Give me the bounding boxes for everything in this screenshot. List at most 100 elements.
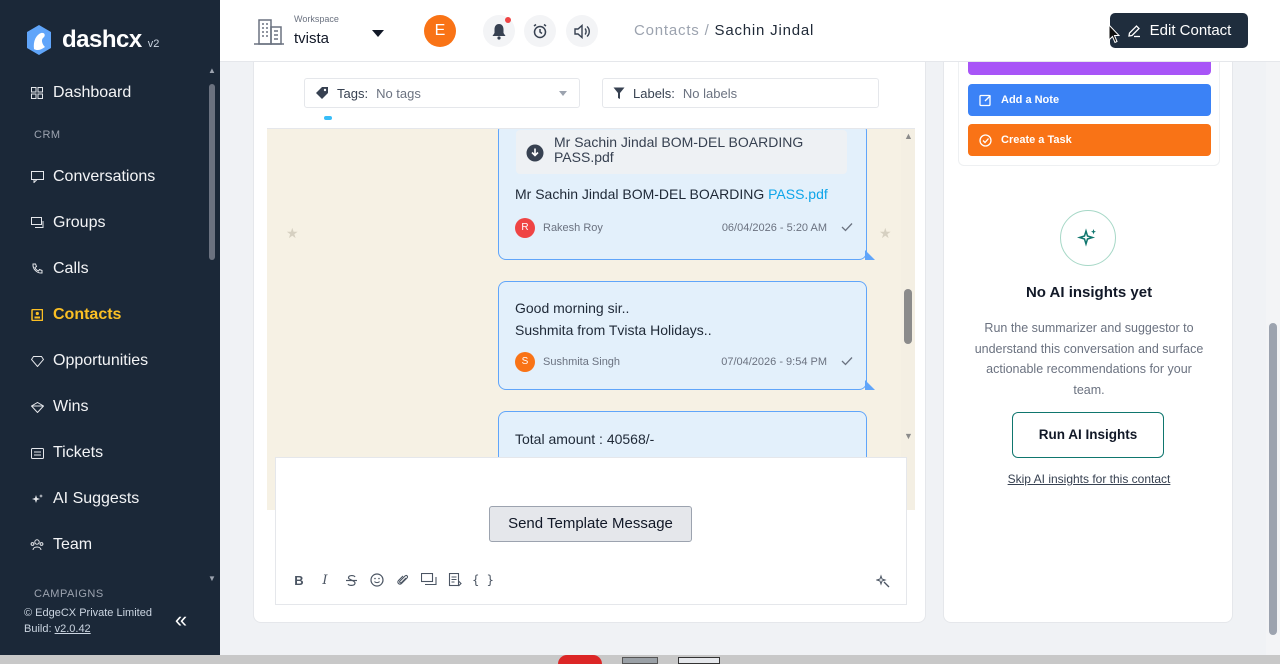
sidebar-item-contacts[interactable]: Contacts [0, 292, 206, 338]
reminders-button[interactable] [524, 15, 556, 47]
sidebar-item-wins[interactable]: Wins [0, 384, 206, 430]
magic-wand-icon[interactable] [875, 574, 890, 593]
file-link[interactable]: PASS.pdf [768, 186, 828, 202]
tag-icon [316, 87, 328, 99]
create-task-button[interactable]: Create a Task [968, 124, 1211, 156]
scroll-up-icon[interactable]: ▲ [208, 67, 216, 75]
pencil-icon [1127, 24, 1140, 37]
mouse-cursor-icon [1108, 23, 1121, 49]
collapse-sidebar-icon[interactable]: « [170, 609, 192, 632]
message-scroll-thumb[interactable] [904, 289, 912, 344]
tags-selector[interactable]: Tags: No tags [304, 78, 580, 108]
sidebar-item-groups[interactable]: Groups [0, 200, 206, 246]
message-bubble[interactable]: Good morning sir.. Sushmita from Tvista … [498, 281, 875, 390]
sidebar-item-dashboard[interactable]: Dashboard [0, 70, 206, 116]
sidebar-item-tickets[interactable]: Tickets [0, 430, 206, 476]
run-ai-insights-button[interactable]: Run AI Insights [1012, 412, 1164, 458]
filter-icon [613, 87, 625, 99]
send-template-button[interactable]: Send Template Message [489, 506, 692, 542]
sender-name: Sushmita Singh [543, 356, 621, 368]
alarm-clock-icon [533, 23, 547, 39]
message-time: 07/04/2026 - 9:54 PM [721, 356, 827, 368]
building-icon [253, 17, 285, 45]
action-button-partial[interactable] [968, 62, 1211, 75]
logo-icon [24, 23, 54, 57]
file-name: Mr Sachin Jindal BOM-DEL BOARDING PASS.p… [554, 134, 804, 165]
emoji-icon[interactable] [368, 571, 386, 589]
variables-icon[interactable]: { } [472, 571, 494, 589]
breadcrumb: Contacts / Sachin Jindal [634, 22, 814, 39]
create-task-label: Create a Task [1001, 134, 1072, 146]
ai-insights-description: Run the summarizer and suggestor to unde… [974, 321, 1204, 397]
download-icon[interactable] [526, 144, 544, 162]
format-toolbar: B I { } [290, 571, 494, 589]
file-attachment[interactable]: Mr Sachin Jindal BOM-DEL BOARDING PASS.p… [516, 130, 847, 174]
top-bar: Workspace tvista E Contacts / Sachin Jin… [220, 0, 1280, 62]
app-logo[interactable]: dashcx v2 [24, 20, 159, 60]
page-scroll-thumb[interactable] [1269, 323, 1277, 635]
build-version-link[interactable]: v2.0.42 [55, 623, 91, 635]
sidebar-item-team[interactable]: Team [0, 522, 206, 568]
sidebar-item-label: Opportunities [53, 352, 149, 369]
contacts-icon [30, 308, 44, 322]
build-label: Build: [24, 623, 52, 635]
floating-record-button[interactable] [558, 655, 602, 664]
bell-icon [492, 23, 506, 40]
phone-icon [30, 262, 44, 276]
message-meta: S Sushmita Singh 07/04/2026 - 9:54 PM [515, 352, 855, 372]
sidebar-item-opportunities[interactable]: Opportunities [0, 338, 206, 384]
tags-label: Tags: [337, 85, 369, 101]
strikethrough-icon[interactable] [342, 571, 360, 589]
labels-label: Labels: [633, 85, 675, 101]
sidebar-section-crm: CRM [34, 129, 61, 141]
chevron-down-icon[interactable] [372, 30, 384, 37]
message-list[interactable]: ★ ★ Mr Sachin Jindal BOM-DEL BOARDING PA… [267, 128, 915, 510]
breadcrumb-contacts-link[interactable]: Contacts [634, 22, 700, 39]
attachment-icon[interactable] [394, 571, 412, 589]
floating-control[interactable] [622, 657, 658, 664]
message-bubble[interactable]: Mr Sachin Jindal BOM-DEL BOARDING PASS.p… [498, 129, 875, 260]
message-time: 06/04/2026 - 5:20 AM [721, 222, 827, 234]
sender-avatar: R [515, 218, 535, 238]
sidebar-item-ai-suggests[interactable]: AI Suggests [0, 476, 206, 522]
floating-control[interactable] [678, 657, 720, 664]
sidebar-item-label: Calls [53, 260, 89, 277]
workspace-selector[interactable]: tvista [294, 30, 329, 47]
group-chat-icon [30, 216, 44, 230]
scroll-down-icon[interactable]: ▼ [208, 575, 216, 583]
user-avatar[interactable]: E [424, 15, 456, 47]
team-icon [30, 538, 44, 552]
template-icon[interactable] [446, 571, 464, 589]
scroll-up-icon[interactable]: ▲ [904, 131, 913, 141]
sidebar-item-label: Groups [53, 214, 106, 231]
message-body: Mr Sachin Jindal BOM-DEL BOARDING [515, 186, 765, 202]
labels-selector[interactable]: Labels: No labels [602, 78, 879, 108]
bold-icon[interactable]: B [290, 571, 308, 589]
page-scrollbar[interactable] [1266, 62, 1280, 655]
message-text: Good morning sir.. Sushmita from Tvista … [515, 297, 712, 341]
sidebar-scrollbar[interactable]: ▲ ▼ [208, 67, 216, 586]
sidebar-item-calls[interactable]: Calls [0, 246, 206, 292]
breadcrumb-current: Sachin Jindal [714, 22, 815, 39]
italic-icon[interactable]: I [316, 571, 334, 589]
sparkle-icon [30, 492, 44, 506]
skip-ai-insights-link[interactable]: Skip AI insights for this contact [944, 472, 1234, 486]
quick-reply-icon[interactable] [420, 571, 438, 589]
app-name: dashcx [62, 26, 142, 53]
edit-contact-label: Edit Contact [1149, 22, 1232, 39]
notification-dot [505, 17, 511, 23]
dashboard-icon [30, 86, 44, 100]
edit-contact-button[interactable]: Edit Contact [1110, 13, 1248, 48]
conversation-panel: Tags: No tags Labels: No labels ★ ★ Mr S… [253, 62, 926, 623]
sound-button[interactable] [566, 15, 598, 47]
ticket-icon [30, 446, 44, 460]
notifications-button[interactable] [483, 15, 515, 47]
add-note-button[interactable]: Add a Note [968, 84, 1211, 116]
sidebar-scroll-thumb[interactable] [209, 84, 215, 260]
message-line: Good morning sir.. [515, 300, 630, 316]
scroll-down-icon[interactable]: ▼ [904, 431, 913, 441]
message-list-scrollbar[interactable]: ▲ ▼ [901, 129, 915, 510]
chat-icon [30, 170, 44, 184]
sender-name: Rakesh Roy [543, 222, 603, 234]
sidebar-item-conversations[interactable]: Conversations [0, 154, 206, 200]
